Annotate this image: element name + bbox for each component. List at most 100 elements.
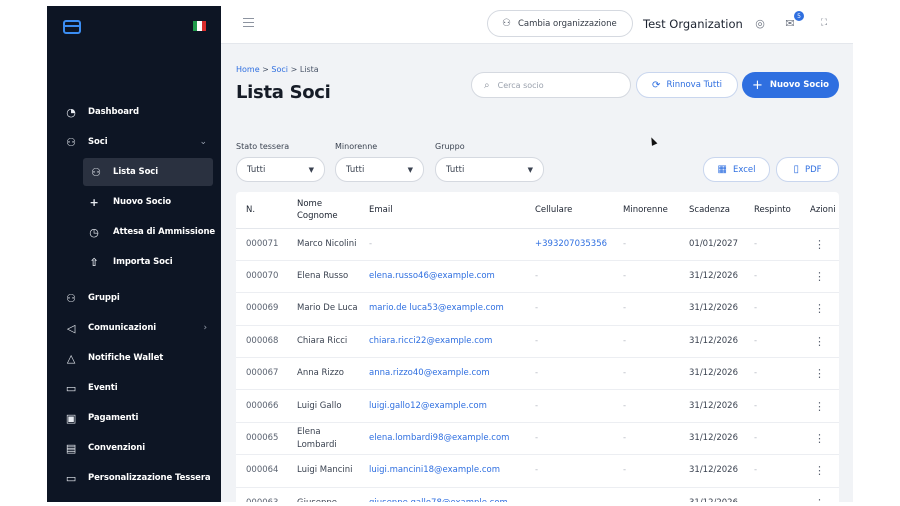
row-actions-icon[interactable]: ⋮ — [800, 260, 839, 294]
page-title: Lista Soci — [236, 82, 331, 103]
member-email[interactable]: mario.de luca53@example.com — [359, 292, 525, 326]
users-switch-icon: ⚇ — [502, 18, 511, 29]
column-header-email: Email — [359, 192, 525, 229]
member-email[interactable]: luigi.mancini18@example.com — [359, 454, 525, 488]
row-actions-icon[interactable]: ⋮ — [800, 389, 839, 423]
chevron-down-icon: ⌄ — [199, 137, 208, 147]
renew-all-button[interactable]: ⟳ Rinnova Tutti — [636, 72, 738, 98]
sidebar-item-label: Personalizzazione Tessera — [88, 473, 211, 483]
new-member-button[interactable]: + Nuovo Socio — [742, 72, 839, 98]
row-actions-icon[interactable]: ⋮ — [800, 422, 839, 456]
row-actions-icon[interactable]: ⋮ — [800, 487, 839, 502]
sidebar-item-eventi[interactable]: ▭ Eventi — [47, 374, 221, 402]
member-email[interactable]: luigi.gallo12@example.com — [359, 389, 525, 423]
member-rejected: - — [744, 422, 800, 456]
sidebar-item-pagamenti[interactable]: ▣ Pagamenti — [47, 404, 221, 432]
member-name: Mario De Luca — [287, 292, 359, 326]
member-phone: - — [525, 454, 613, 488]
search-input[interactable]: ⌕ Cerca socio — [471, 72, 631, 98]
card-icon: ▭ — [65, 471, 77, 485]
plus-icon: + — [751, 77, 763, 93]
member-minor: - — [613, 422, 679, 456]
export-pdf-button[interactable]: ▯ PDF — [776, 157, 839, 182]
breadcrumb-home[interactable]: Home — [236, 65, 260, 74]
stato-tessera-select[interactable]: Tutti ▼ — [236, 157, 325, 182]
new-member-label: Nuovo Socio — [769, 80, 829, 90]
member-rejected: - — [744, 325, 800, 359]
member-minor: - — [613, 228, 679, 261]
column-header-minorenne: Minorenne — [613, 192, 679, 229]
menu-toggle-icon[interactable] — [243, 18, 254, 27]
sidebar-item-personalizzazione-tessera[interactable]: ▭ Personalizzazione Tessera — [47, 464, 221, 492]
minorenne-select[interactable]: Tutti ▼ — [335, 157, 424, 182]
member-phone: - — [525, 487, 613, 502]
member-expiry: 31/12/2026 — [679, 292, 744, 326]
export-excel-button[interactable]: ▦ Excel — [703, 157, 770, 182]
member-email[interactable]: chiara.ricci22@example.com — [359, 325, 525, 359]
sidebar-item-soci[interactable]: ⚇ Soci ⌄ — [47, 128, 221, 156]
mouse-cursor — [648, 136, 658, 146]
row-actions-icon[interactable]: ⋮ — [800, 228, 839, 261]
member-email[interactable]: anna.rizzo40@example.com — [359, 357, 525, 391]
breadcrumb-soci[interactable]: Soci — [271, 65, 288, 74]
member-email[interactable]: elena.russo46@example.com — [359, 260, 525, 294]
table-row[interactable]: 000065 Elena Lombardi elena.lombardi98@exa… — [236, 422, 839, 456]
member-rejected: - — [744, 389, 800, 423]
row-actions-icon[interactable]: ⋮ — [800, 454, 839, 488]
sidebar-item-nuovo-socio[interactable]: + Nuovo Socio — [47, 188, 221, 216]
sidebar-item-comunicazioni[interactable]: ◁ Comunicazioni › — [47, 314, 221, 342]
table-header-row: N. Nome Cognome Email Cellulare Minorenne Sca… — [236, 192, 839, 229]
sidebar-item-dashboard[interactable]: ◔ Dashboard — [47, 98, 221, 126]
app-logo-icon[interactable] — [63, 20, 81, 34]
member-number: 000070 — [236, 260, 287, 294]
member-email[interactable]: elena.lombardi98@example.com — [359, 422, 525, 456]
breadcrumb-separator: > — [290, 65, 298, 74]
column-header-nome-cognome: Nome Cognome — [287, 192, 359, 229]
gruppo-select[interactable]: Tutti ▼ — [435, 157, 544, 182]
member-email[interactable]: giuseppe.gallo78@example.com — [359, 487, 525, 502]
member-name: Marco Nicolini — [287, 228, 359, 261]
member-rejected: - — [744, 454, 800, 488]
members-table: N. Nome Cognome Email Cellulare Minorenne Sca… — [236, 192, 839, 502]
table-row[interactable]: 000069 Mario De Luca mario.de luca53@examp… — [236, 292, 839, 326]
clock-icon: ◷ — [89, 225, 99, 239]
table-row[interactable]: 000063Giuseppegiuseppe.gallo78@example.c… — [236, 487, 839, 502]
chevron-right-icon: › — [203, 323, 208, 333]
fullscreen-icon[interactable]: ⛶ — [817, 16, 831, 30]
member-name: Giuseppe — [287, 487, 359, 502]
megaphone-icon: ◁ — [66, 321, 76, 335]
change-organization-button[interactable]: ⚇ Cambia organizzazione — [487, 10, 633, 37]
language-flag-icon[interactable] — [193, 21, 206, 31]
sidebar: ◔ Dashboard ⚇ Soci ⌄ ⚇ Lista Soci + Nuovo Socio ◷… — [47, 6, 221, 502]
filter-label-minorenne: Minorenne — [335, 142, 378, 151]
member-expiry: 31/12/2026 — [679, 357, 744, 391]
breadcrumb-separator: > — [262, 65, 269, 74]
sidebar-item-importa-soci[interactable]: ⇧ Importa Soci — [47, 248, 221, 276]
calendar-icon: ▭ — [65, 381, 77, 395]
table-row[interactable]: 000068 Chiara Ricci chiara.ricci22@example… — [236, 325, 839, 359]
row-actions-icon[interactable]: ⋮ — [800, 357, 839, 391]
sidebar-item-convenzioni[interactable]: ▤ Convenzioni — [47, 434, 221, 462]
column-header-cellulare: Cellulare — [525, 192, 613, 229]
table-row[interactable]: 000066 Luigi Gallo luigi.gallo12@example.c… — [236, 389, 839, 423]
member-minor: - — [613, 389, 679, 423]
row-actions-icon[interactable]: ⋮ — [800, 292, 839, 326]
table-row[interactable]: 000067 Anna Rizzo anna.rizzo40@example.com… — [236, 357, 839, 391]
table-row[interactable]: 000064 Luigi Mancini luigi.mancini18@examp… — [236, 454, 839, 488]
member-minor: - — [613, 454, 679, 488]
sidebar-item-label: Soci — [88, 137, 108, 147]
member-phone: - — [525, 389, 613, 423]
member-phone: - — [525, 292, 613, 326]
breadcrumb-current: Lista — [299, 65, 319, 74]
sidebar-item-gruppi[interactable]: ⚇ Gruppi — [47, 284, 221, 312]
refresh-icon: ⟳ — [652, 79, 661, 91]
member-name: Luigi Mancini — [287, 454, 359, 488]
sidebar-item-lista-soci[interactable]: ⚇ Lista Soci — [83, 158, 213, 186]
table-row[interactable]: 000070 Elena Russo elena.russo46@example.c… — [236, 260, 839, 294]
table-row[interactable]: 000071 Marco Nicolini - +393207035356-01/01… — [236, 228, 839, 261]
member-number: 000071 — [236, 228, 287, 261]
sidebar-item-notifiche-wallet[interactable]: △ Notifiche Wallet — [47, 344, 221, 372]
user-profile-icon[interactable]: ◎ — [753, 16, 767, 30]
sidebar-item-attesa-di-ammissione[interactable]: ◷ Attesa di Ammissione — [47, 218, 221, 246]
row-actions-icon[interactable]: ⋮ — [800, 325, 839, 359]
